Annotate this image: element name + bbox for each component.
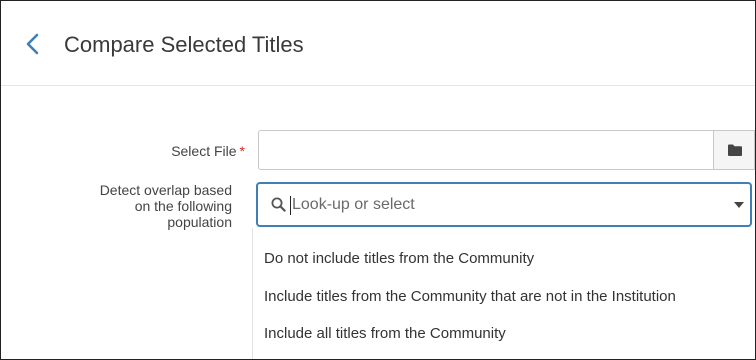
back-button[interactable] — [23, 32, 43, 56]
option-exclude-community[interactable]: Do not include titles from the Community — [264, 250, 534, 268]
population-options-list: Do not include titles from the Community… — [252, 228, 755, 359]
browse-file-button[interactable] — [713, 130, 755, 170]
overlap-population-label: Detect overlap based on the following po… — [41, 182, 232, 230]
compare-selected-titles-page: Compare Selected Titles Select File * Det… — [0, 0, 756, 360]
option-all-community[interactable]: Include all titles from the Community — [264, 325, 506, 343]
option-community-not-in-institution[interactable]: Include titles from the Community that a… — [264, 288, 676, 306]
page-title: Compare Selected Titles — [64, 32, 304, 57]
folder-icon — [728, 144, 742, 156]
chevron-left-icon — [26, 33, 39, 55]
text-cursor — [290, 196, 291, 215]
select-file-label-text: Select File — [171, 143, 237, 159]
select-file-label: Select File * — [61, 142, 245, 160]
search-icon — [271, 197, 286, 212]
page-header: Compare Selected Titles — [1, 1, 755, 86]
required-marker: * — [239, 143, 245, 159]
chevron-down-icon[interactable] — [734, 202, 744, 208]
overlap-label-line: Detect overlap based — [99, 182, 232, 198]
overlap-label-line: on the following — [134, 198, 232, 214]
population-select[interactable]: Look-up or select — [256, 182, 752, 227]
overlap-label-line: population — [167, 214, 232, 230]
lookup-placeholder: Look-up or select — [292, 196, 415, 213]
file-path-input[interactable] — [258, 130, 714, 170]
